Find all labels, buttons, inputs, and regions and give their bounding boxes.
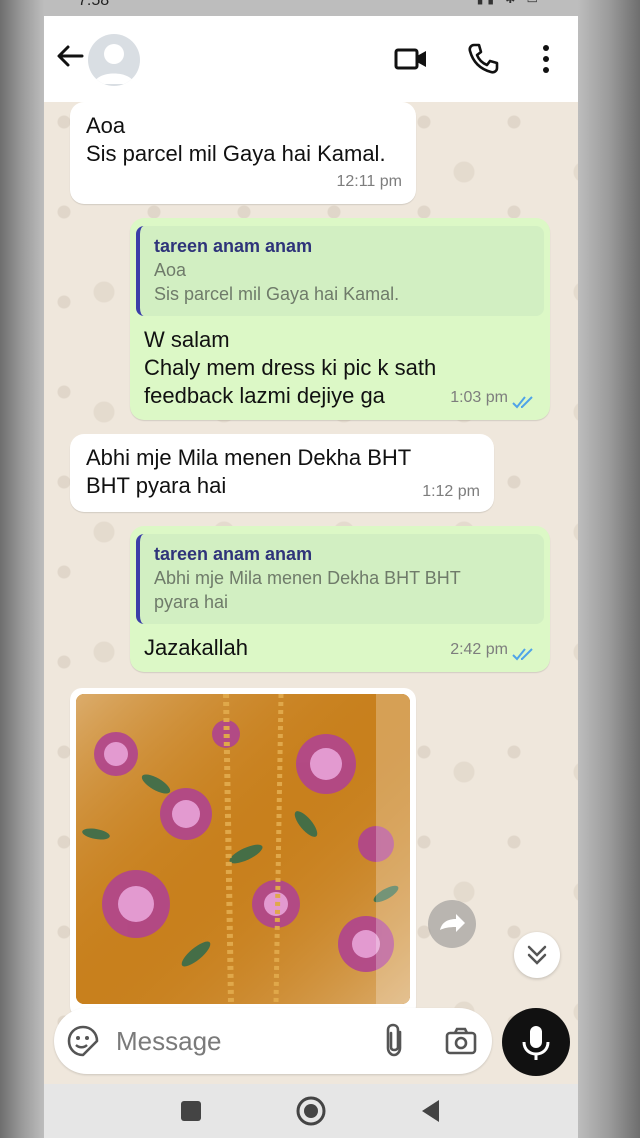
quoted-message[interactable]: tareen anam anam Abhi mje Mila menen Dek…: [136, 534, 544, 624]
recents-icon[interactable]: [174, 1094, 208, 1128]
message-outgoing[interactable]: tareen anam anam Abhi mje Mila menen Dek…: [130, 526, 550, 672]
message-outgoing[interactable]: tareen anam anam Aoa Sis parcel mil Gaya…: [130, 218, 550, 420]
status-bar: 7:58 ▮▮ ✱ ▭: [0, 0, 640, 16]
message-text: W salam Chaly mem dress ki pic k sath fe…: [144, 327, 437, 408]
system-navigation-bar: [44, 1084, 578, 1138]
sticker-icon[interactable]: [66, 1024, 100, 1058]
forward-icon: [440, 914, 465, 932]
back-icon[interactable]: [414, 1094, 448, 1128]
message-time: 1:03 pm: [450, 389, 508, 406]
message-incoming[interactable]: Aoa Sis parcel mil Gaya hai Kamal. 12:11…: [70, 102, 416, 204]
forward-button[interactable]: [428, 900, 476, 948]
read-receipt-icon: [512, 648, 533, 661]
message-input[interactable]: Message: [116, 1026, 222, 1057]
message-time: 12:11 pm: [336, 173, 402, 190]
back-arrow-icon[interactable]: [54, 40, 86, 72]
home-icon[interactable]: [294, 1094, 328, 1128]
quoted-author: tareen anam anam: [154, 544, 313, 564]
microphone-icon: [522, 1026, 550, 1060]
floral-fabric-image: [76, 694, 410, 1004]
read-receipt-icon: [512, 396, 533, 409]
message-time: 1:12 pm: [422, 483, 480, 500]
message-text: Abhi mje Mila menen Dekha BHT BHT pyara …: [86, 445, 412, 498]
message-text: Jazakallah: [144, 635, 248, 660]
scroll-to-bottom-button[interactable]: [514, 932, 560, 978]
quoted-author: tareen anam anam: [154, 236, 313, 256]
camera-icon[interactable]: [444, 1024, 478, 1058]
quoted-text: Aoa Sis parcel mil Gaya hai Kamal.: [154, 260, 400, 304]
status-time: 7:58: [78, 0, 110, 9]
default-profile-icon: [94, 44, 134, 84]
quoted-message[interactable]: tareen anam anam Aoa Sis parcel mil Gaya…: [136, 226, 544, 316]
contact-avatar[interactable]: [88, 34, 140, 86]
status-icons: ▮▮ ✱ ▭: [477, 0, 542, 6]
message-incoming[interactable]: Abhi mje Mila menen Dekha BHT BHT pyara …: [70, 434, 494, 512]
chat-screen: Aoa Sis parcel mil Gaya hai Kamal. 12:11…: [44, 16, 578, 1138]
quoted-text: Abhi mje Mila menen Dekha BHT BHT pyara …: [154, 568, 461, 612]
attachment-icon[interactable]: [380, 1022, 410, 1058]
dress-photo[interactable]: [76, 694, 410, 1004]
video-call-icon[interactable]: [394, 42, 428, 76]
message-image[interactable]: [70, 688, 416, 1018]
chat-header: [44, 16, 578, 102]
message-text: Aoa Sis parcel mil Gaya hai Kamal.: [86, 113, 386, 166]
double-chevron-down-icon: [527, 945, 547, 965]
voice-call-icon[interactable]: [466, 42, 500, 76]
message-time: 2:42 pm: [450, 641, 508, 658]
more-options-icon[interactable]: [532, 42, 566, 76]
message-composer: Message: [54, 1008, 492, 1074]
voice-message-button[interactable]: [502, 1008, 570, 1076]
